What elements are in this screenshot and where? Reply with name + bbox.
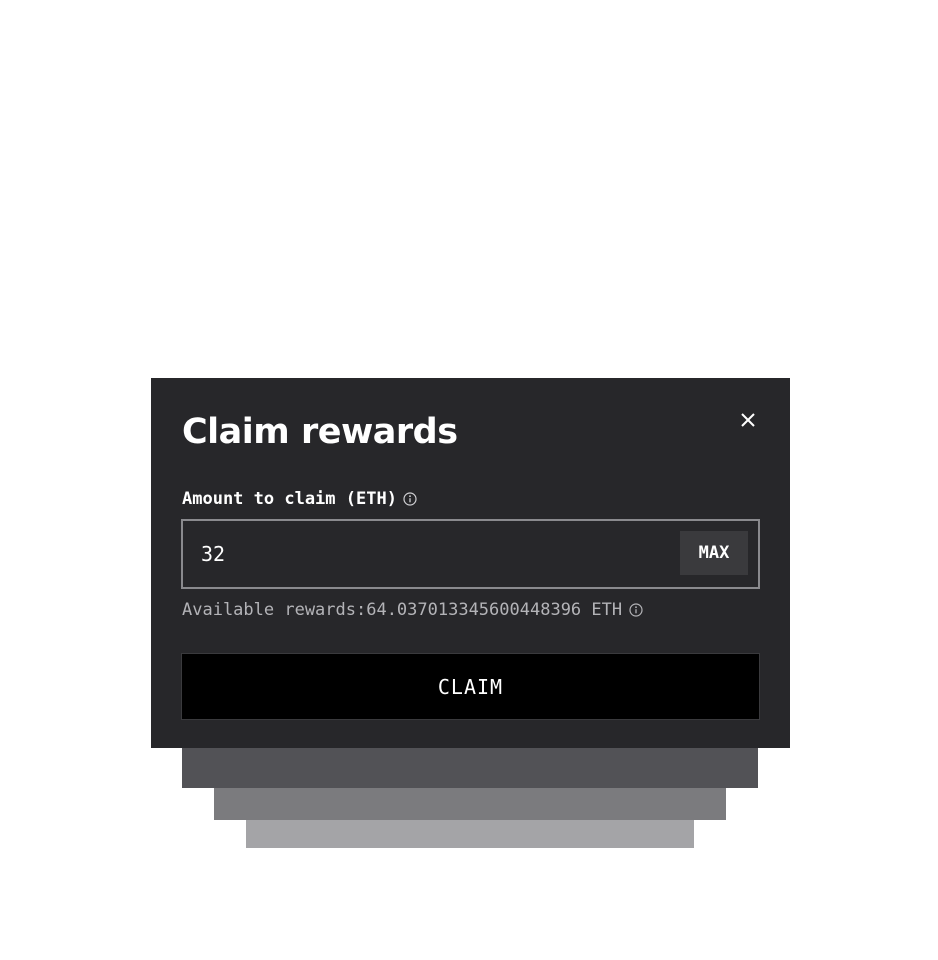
claim-rewards-modal: Claim rewards Amount to claim (ETH) MAX …: [151, 378, 790, 748]
max-button[interactable]: MAX: [680, 531, 748, 575]
amount-field: MAX: [181, 519, 760, 589]
close-icon[interactable]: [740, 412, 756, 428]
modal-title: Claim rewards: [182, 412, 458, 452]
info-icon[interactable]: [628, 603, 643, 618]
close-button[interactable]: [736, 408, 760, 432]
available-rewards-row: Available rewards:64.037013345600448396 …: [182, 599, 643, 621]
amount-label-row: Amount to claim (ETH): [182, 488, 418, 510]
modal-stack-layer-3: [246, 820, 694, 848]
modal-stack-layer-1: [182, 748, 758, 788]
amount-label: Amount to claim (ETH): [182, 489, 397, 509]
claim-button[interactable]: CLAIM: [181, 653, 760, 720]
info-icon[interactable]: [403, 492, 418, 507]
available-rewards-text: Available rewards:64.037013345600448396 …: [182, 600, 623, 620]
modal-stack-layer-2: [214, 788, 726, 820]
amount-input[interactable]: [201, 521, 661, 587]
